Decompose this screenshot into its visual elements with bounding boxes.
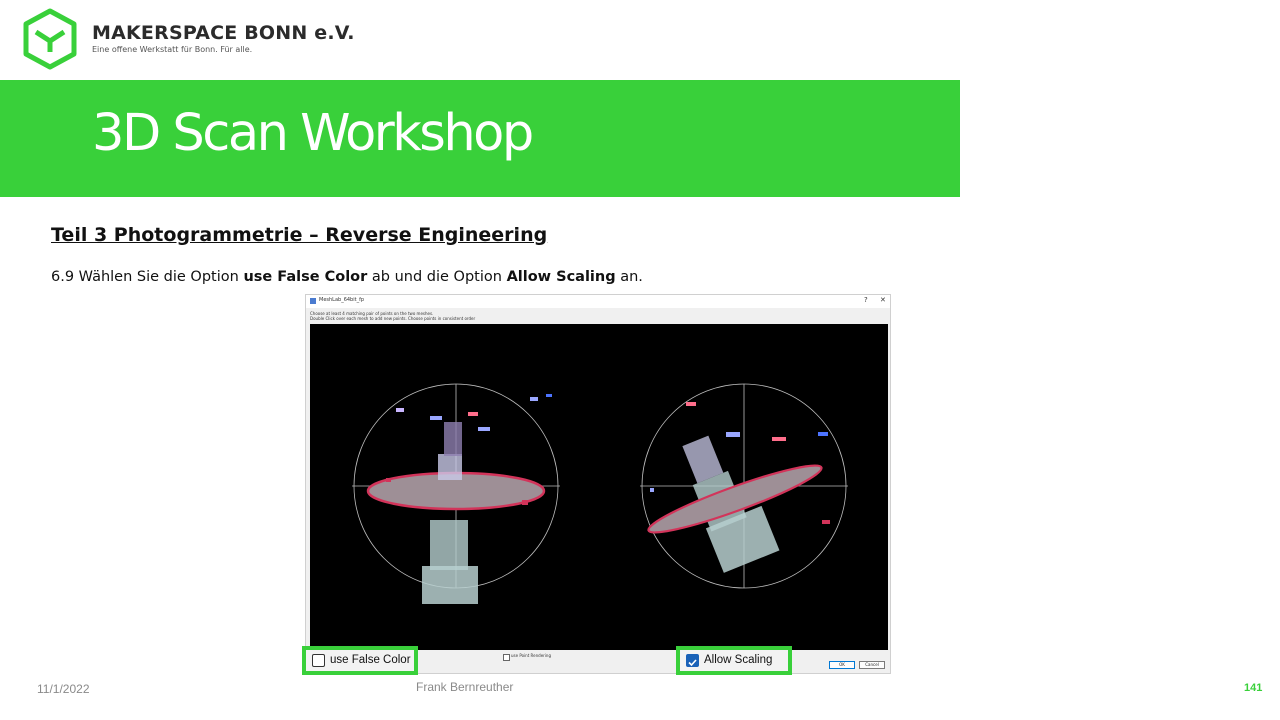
use-false-color-label: use False Color xyxy=(330,654,411,666)
allow-scaling-label: Allow Scaling xyxy=(704,654,773,666)
use-point-rendering-label: use Point Rendering xyxy=(511,653,551,658)
false-color-highlight: use False Color xyxy=(302,646,418,675)
right-point-cloud xyxy=(647,402,830,573)
left-point-cloud xyxy=(366,394,552,604)
allow-scaling-highlight: Allow Scaling xyxy=(676,646,792,675)
instruction-suffix: an. xyxy=(615,269,643,285)
meshlab-app-icon xyxy=(310,298,316,304)
close-icon[interactable]: ✕ xyxy=(880,296,886,304)
use-point-rendering-checkbox[interactable] xyxy=(503,654,510,661)
dialog-title: MeshLab_64bit_fp xyxy=(319,297,365,303)
instruction-middle: ab und die Option xyxy=(367,269,507,285)
slide-title: 3D Scan Workshop xyxy=(92,104,534,163)
checkmark-icon xyxy=(688,659,697,667)
page-number: 141 xyxy=(1244,682,1263,694)
footer-author: Frank Bernreuther xyxy=(416,680,514,694)
allow-scaling-checkbox[interactable] xyxy=(686,654,699,667)
section-subtitle: Teil 3 Photogrammetrie – Reverse Enginee… xyxy=(51,224,548,246)
meshlab-align-dialog: MeshLab_64bit_fp ? ✕ Choose at least 4 m… xyxy=(305,294,891,674)
instruction-prefix: 6.9 Wählen Sie die Option xyxy=(51,269,244,285)
dialog-titlebar: MeshLab_64bit_fp ? ✕ xyxy=(306,295,890,308)
instruction-option-allow-scaling: Allow Scaling xyxy=(506,269,616,285)
ok-button[interactable]: OK xyxy=(829,661,855,669)
cancel-button[interactable]: Cancel xyxy=(859,661,885,669)
use-false-color-checkbox[interactable] xyxy=(312,654,325,667)
brand-tagline: Eine offene Werkstatt für Bonn. Für alle… xyxy=(92,45,253,54)
hexagon-cube-logo-icon xyxy=(23,8,77,70)
help-icon[interactable]: ? xyxy=(864,296,868,304)
dialog-instruction-line2: Double Click over each mesh to add new p… xyxy=(310,316,476,321)
mesh-viewport[interactable] xyxy=(310,324,888,650)
brand-name: MAKERSPACE BONN e.V. xyxy=(92,22,355,44)
instruction-option-false-color: use False Color xyxy=(243,269,368,285)
footer-date: 11/1/2022 xyxy=(37,682,90,696)
instruction-text: 6.9 Wählen Sie die Option use False Colo… xyxy=(51,269,643,285)
